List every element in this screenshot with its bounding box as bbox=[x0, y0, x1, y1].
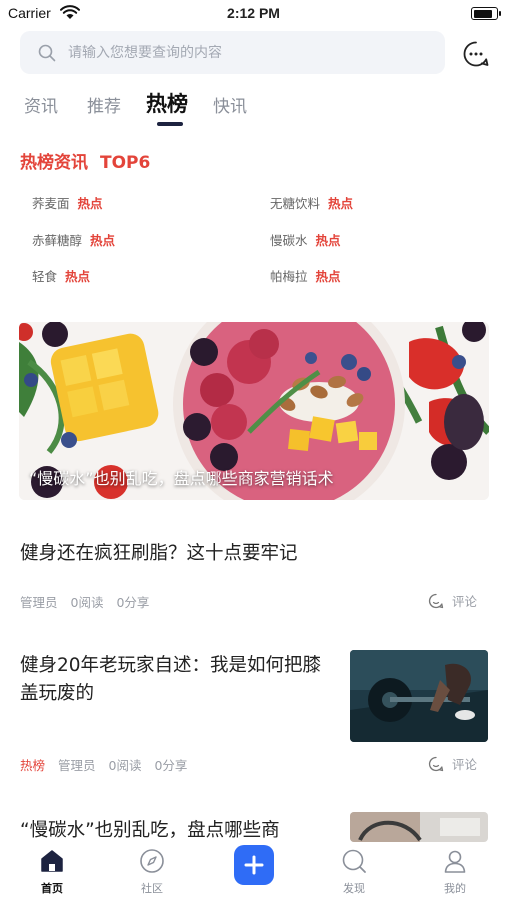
search-bar[interactable] bbox=[20, 31, 445, 74]
discover-icon bbox=[342, 849, 366, 873]
tab-flash[interactable]: 快讯 bbox=[213, 92, 247, 117]
hot-item-tag: 热点 bbox=[315, 233, 341, 248]
article-title[interactable]: 健身还在疯狂刷脂？这十点要牢记 bbox=[20, 540, 480, 568]
article-photo-image bbox=[350, 812, 488, 842]
hot-item[interactable]: 荞麦面 热点 bbox=[32, 193, 103, 212]
status-bar: Carrier 2:12 PM bbox=[0, 0, 507, 28]
compass-icon bbox=[140, 849, 164, 873]
article-title[interactable]: 健身20年老玩家自述：我是如何把膝盖玩废的 bbox=[20, 652, 335, 708]
comment-label: 评论 bbox=[451, 757, 477, 772]
tab-home[interactable]: 首页 bbox=[22, 848, 82, 896]
tab-discover[interactable]: 发现 bbox=[324, 848, 384, 896]
tab-news[interactable]: 资讯 bbox=[24, 92, 58, 117]
article-shares: 0分享 bbox=[116, 595, 150, 610]
article-shares: 0分享 bbox=[154, 758, 188, 773]
comment-icon bbox=[428, 593, 444, 608]
hot-section-heading: 热榜资讯 bbox=[20, 153, 88, 173]
status-time: 2:12 PM bbox=[227, 5, 280, 21]
hot-item-name: 赤藓糖醇 bbox=[32, 233, 83, 248]
hot-item-name: 荞麦面 bbox=[32, 196, 70, 211]
message-icon[interactable] bbox=[462, 40, 490, 68]
tab-profile[interactable]: 我的 bbox=[425, 848, 485, 896]
article-meta: 热榜 管理员 0阅读 0分享 bbox=[20, 755, 187, 774]
article-meta: 管理员 0阅读 0分享 bbox=[20, 592, 149, 611]
search-icon bbox=[38, 44, 56, 62]
hot-item[interactable]: 轻食 热点 bbox=[32, 266, 90, 285]
hot-section-title: 热榜资讯 TOP6 bbox=[20, 148, 150, 173]
tab-home-label: 首页 bbox=[41, 882, 63, 895]
comment-label: 评论 bbox=[451, 594, 477, 609]
search-input[interactable] bbox=[68, 31, 428, 74]
hot-item-name: 帕梅拉 bbox=[270, 269, 308, 284]
hot-item-tag: 热点 bbox=[315, 269, 341, 284]
tab-discover-label: 发现 bbox=[343, 882, 365, 895]
tab-profile-label: 我的 bbox=[444, 882, 466, 895]
article-reads: 0阅读 bbox=[70, 595, 104, 610]
article-reads: 0阅读 bbox=[108, 758, 142, 773]
plus-icon bbox=[244, 855, 264, 875]
hot-item-name: 无糖饮料 bbox=[270, 196, 321, 211]
comment-button[interactable]: 评论 bbox=[428, 754, 477, 773]
tab-community[interactable]: 社区 bbox=[122, 848, 182, 896]
tab-hot-list[interactable]: 热榜 bbox=[146, 88, 188, 118]
profile-icon bbox=[444, 850, 466, 873]
battery-icon bbox=[471, 7, 501, 20]
hot-item[interactable]: 帕梅拉 热点 bbox=[270, 266, 341, 285]
hot-item-tag: 热点 bbox=[65, 269, 91, 284]
hot-item-tag: 热点 bbox=[328, 196, 354, 211]
battery-level bbox=[473, 9, 493, 18]
hot-item[interactable]: 慢碳水 热点 bbox=[270, 230, 341, 249]
article-thumbnail[interactable] bbox=[350, 650, 488, 742]
comment-button[interactable]: 评论 bbox=[428, 591, 477, 610]
bottom-tab-bar: 首页 社区 发现 我的 bbox=[0, 842, 507, 900]
article-author: 管理员 bbox=[58, 758, 96, 773]
article-title[interactable]: “慢碳水”也别乱吃，盘点哪些商 bbox=[20, 817, 335, 842]
home-icon bbox=[41, 850, 63, 872]
gym-photo-image bbox=[350, 650, 488, 742]
article-hot-tag: 热榜 bbox=[20, 758, 46, 773]
comment-icon bbox=[428, 756, 444, 771]
featured-banner[interactable]: “慢碳水”也别乱吃，盘点哪些商家营销话术 bbox=[19, 322, 489, 500]
hot-item-name: 慢碳水 bbox=[270, 233, 308, 248]
tab-community-label: 社区 bbox=[141, 882, 163, 895]
hot-item-tag: 热点 bbox=[90, 233, 116, 248]
hot-item[interactable]: 赤藓糖醇 热点 bbox=[32, 230, 115, 249]
article-author: 管理员 bbox=[20, 595, 58, 610]
hot-rank-label: TOP6 bbox=[100, 153, 151, 173]
hot-item-name: 轻食 bbox=[32, 269, 58, 284]
tab-recommend[interactable]: 推荐 bbox=[87, 92, 121, 117]
hot-item-tag: 热点 bbox=[77, 196, 103, 211]
active-tab-indicator bbox=[157, 122, 183, 126]
banner-caption: “慢碳水”也别乱吃，盘点哪些商家营销话术 bbox=[29, 469, 334, 488]
create-post-button[interactable] bbox=[234, 845, 274, 885]
hot-item[interactable]: 无糖饮料 热点 bbox=[270, 193, 353, 212]
article-thumbnail[interactable] bbox=[350, 812, 488, 842]
